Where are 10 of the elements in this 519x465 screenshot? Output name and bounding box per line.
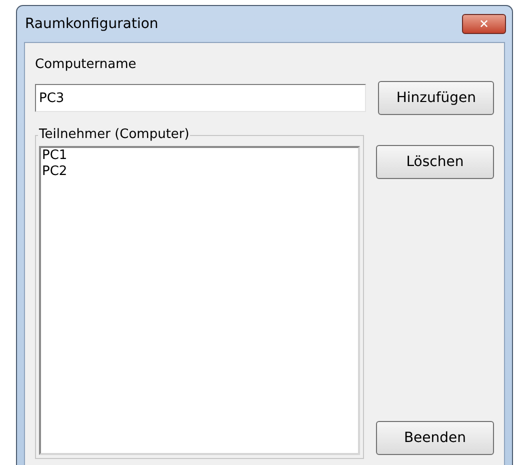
add-button[interactable]: Hinzufügen — [378, 81, 494, 115]
list-item[interactable]: PC1 — [42, 148, 357, 164]
participants-legend: Teilnehmer (Computer) — [38, 127, 190, 143]
computer-name-label: Computername — [35, 56, 138, 74]
delete-button[interactable]: Löschen — [376, 145, 494, 179]
computer-name-field[interactable]: PC3 — [35, 84, 366, 112]
participants-list[interactable]: PC1 PC2 — [39, 146, 360, 455]
list-item[interactable]: PC2 — [42, 164, 357, 180]
window-title: Raumkonfiguration — [25, 14, 158, 34]
exit-button[interactable]: Beenden — [376, 421, 494, 455]
